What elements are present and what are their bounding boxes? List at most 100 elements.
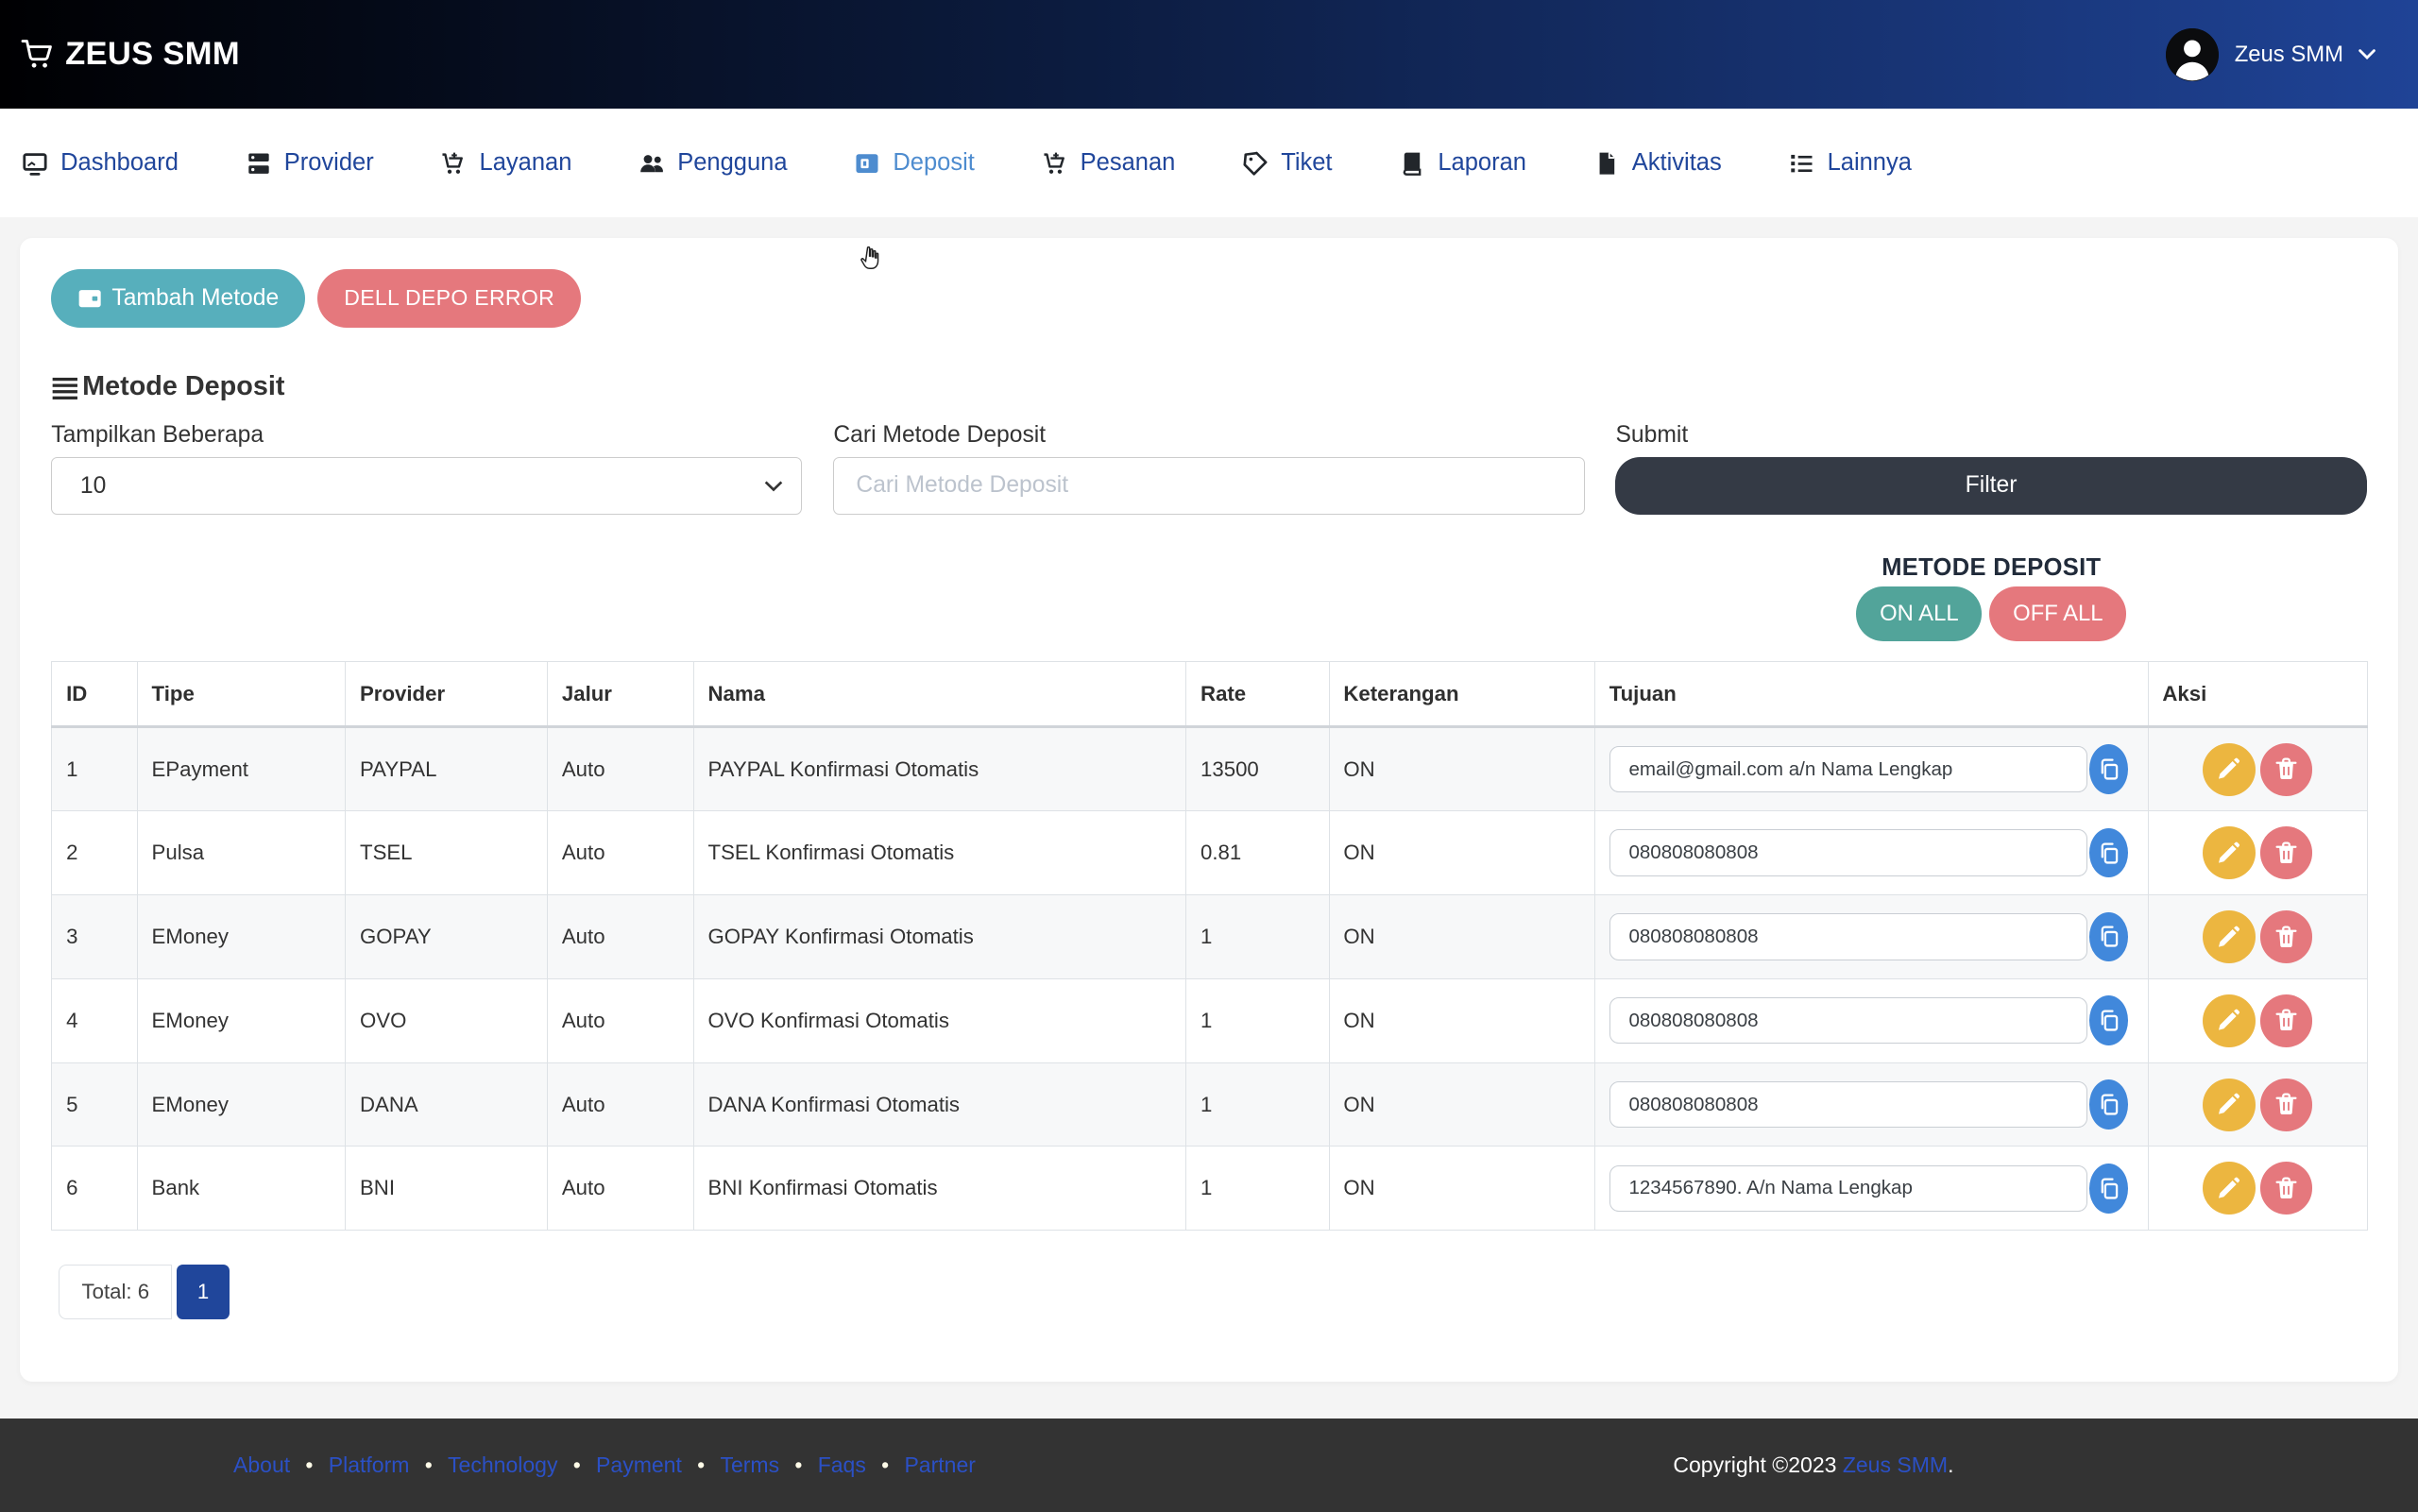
main-nav: Dashboard Provider Layanan Pengguna Deposit P… [0, 109, 2418, 217]
copy-button[interactable] [2089, 744, 2128, 794]
cell-tujuan [1594, 811, 2148, 895]
show-entries-label: Tampilkan Beberapa [51, 424, 802, 448]
nav-item-provider[interactable]: Provider [246, 149, 374, 177]
nav-item-label: Tiket [1281, 149, 1332, 177]
user-menu[interactable]: Zeus SMM [2166, 28, 2375, 81]
submit-label: Submit [1615, 424, 2366, 448]
cell-id: 2 [52, 811, 137, 895]
nav-item-label: Pengguna [677, 149, 787, 177]
cell-jalur: Auto [548, 1147, 694, 1231]
cell-aksi [2148, 1147, 2367, 1231]
cell-keterangan: ON [1329, 1147, 1594, 1231]
tujuan-input[interactable] [1609, 829, 2088, 875]
brand[interactable]: ZEUS SMM [20, 36, 240, 73]
methods-table: IDTipeProviderJalurNamaRateKeteranganTuj… [51, 661, 2367, 1231]
footer-brand-link[interactable]: Zeus SMM [1843, 1453, 1948, 1477]
footer-link-about[interactable]: About [233, 1453, 290, 1477]
footer-link-partner[interactable]: Partner [904, 1453, 975, 1477]
nav-item-deposit[interactable]: Deposit [854, 149, 975, 177]
copy-button[interactable] [2089, 912, 2128, 962]
cell-nama: GOPAY Konfirmasi Otomatis [693, 894, 1186, 978]
footer-separator: • [567, 1453, 587, 1477]
copy-button[interactable] [2089, 995, 2128, 1045]
delete-button[interactable] [2260, 910, 2313, 963]
show-entries-select[interactable]: 10 [51, 457, 802, 515]
nav-item-aktivitas[interactable]: Aktivitas [1593, 149, 1722, 177]
top-header: ZEUS SMM Zeus SMM [0, 0, 2418, 109]
delete-button[interactable] [2260, 994, 2313, 1047]
bulk-title: METODE DEPOSIT [1616, 554, 2367, 582]
cell-aksi [2148, 894, 2367, 978]
chevron-down-icon [2358, 49, 2375, 60]
cell-jalur: Auto [548, 811, 694, 895]
cell-tujuan [1594, 1147, 2148, 1231]
footer-link-terms[interactable]: Terms [720, 1453, 779, 1477]
nav-item-laporan[interactable]: Laporan [1399, 149, 1526, 177]
cell-id: 1 [52, 727, 137, 811]
delete-button[interactable] [2260, 826, 2313, 879]
cell-id: 5 [52, 1062, 137, 1147]
edit-button[interactable] [2203, 910, 2256, 963]
footer-separator: • [876, 1453, 895, 1477]
wallet-icon [854, 151, 880, 176]
cell-nama: DANA Konfirmasi Otomatis [693, 1062, 1186, 1147]
section-title: Metode Deposit [51, 371, 2366, 402]
nav-item-tiket[interactable]: Tiket [1242, 149, 1332, 177]
footer-link-faqs[interactable]: Faqs [818, 1453, 866, 1477]
user-name: Zeus SMM [2235, 42, 2343, 68]
delete-button[interactable] [2260, 1162, 2313, 1215]
ticket-icon [1242, 151, 1269, 176]
wallet-icon [77, 286, 102, 311]
search-input[interactable] [833, 457, 1584, 515]
book-icon [1399, 151, 1425, 176]
footer-separator: • [299, 1453, 319, 1477]
tujuan-input[interactable] [1609, 746, 2088, 792]
tujuan-input[interactable] [1609, 1081, 2088, 1128]
cell-nama: BNI Konfirmasi Otomatis [693, 1147, 1186, 1231]
nav-item-layanan[interactable]: Layanan [440, 149, 571, 177]
cell-tipe: EMoney [137, 978, 345, 1062]
cell-tipe: EMoney [137, 894, 345, 978]
col-header-keterangan: Keterangan [1329, 662, 1594, 727]
nav-item-pengguna[interactable]: Pengguna [639, 149, 787, 177]
edit-button[interactable] [2203, 1079, 2256, 1131]
cell-rate: 13500 [1186, 727, 1329, 811]
copy-button[interactable] [2089, 1164, 2128, 1214]
on-all-button[interactable]: ON ALL [1856, 586, 1982, 641]
delete-depo-error-button[interactable]: DELL DEPO ERROR [317, 269, 581, 329]
cell-jalur: Auto [548, 894, 694, 978]
edit-button[interactable] [2203, 994, 2256, 1047]
pagination-total: Total: 6 [59, 1265, 172, 1319]
tujuan-input[interactable] [1609, 913, 2088, 960]
add-method-button[interactable]: Tambah Metode [51, 269, 305, 329]
copy-button[interactable] [2089, 1079, 2128, 1130]
col-header-nama: Nama [693, 662, 1186, 727]
edit-button[interactable] [2203, 743, 2256, 796]
edit-button[interactable] [2203, 826, 2256, 879]
delete-button[interactable] [2260, 743, 2313, 796]
pagination-page-1[interactable]: 1 [177, 1265, 230, 1319]
cell-nama: PAYPAL Konfirmasi Otomatis [693, 727, 1186, 811]
nav-item-pesanan[interactable]: Pesanan [1042, 149, 1176, 177]
filter-button[interactable]: Filter [1615, 457, 2366, 515]
tujuan-input[interactable] [1609, 1165, 2088, 1212]
edit-button[interactable] [2203, 1162, 2256, 1215]
delete-button[interactable] [2260, 1079, 2313, 1131]
footer-link-platform[interactable]: Platform [329, 1453, 410, 1477]
off-all-button[interactable]: OFF ALL [1989, 586, 2126, 641]
nav-item-dashboard[interactable]: Dashboard [22, 149, 179, 177]
nav-item-lainnya[interactable]: Lainnya [1788, 149, 1911, 177]
content-area: Tambah Metode DELL DEPO ERROR Metode Dep… [0, 217, 2418, 1381]
cart-plus-icon [440, 151, 467, 176]
col-header-rate: Rate [1186, 662, 1329, 727]
tujuan-input[interactable] [1609, 997, 2088, 1044]
cell-nama: OVO Konfirmasi Otomatis [693, 978, 1186, 1062]
cell-rate: 1 [1186, 894, 1329, 978]
table-row-3: 3EMoneyGOPAYAutoGOPAY Konfirmasi Otomati… [52, 894, 2367, 978]
footer-link-payment[interactable]: Payment [596, 1453, 682, 1477]
nav-item-label: Lainnya [1828, 149, 1912, 177]
nav-item-label: Deposit [893, 149, 974, 177]
copy-button[interactable] [2089, 828, 2128, 878]
cell-tipe: EMoney [137, 1062, 345, 1147]
footer-link-technology[interactable]: Technology [448, 1453, 557, 1477]
